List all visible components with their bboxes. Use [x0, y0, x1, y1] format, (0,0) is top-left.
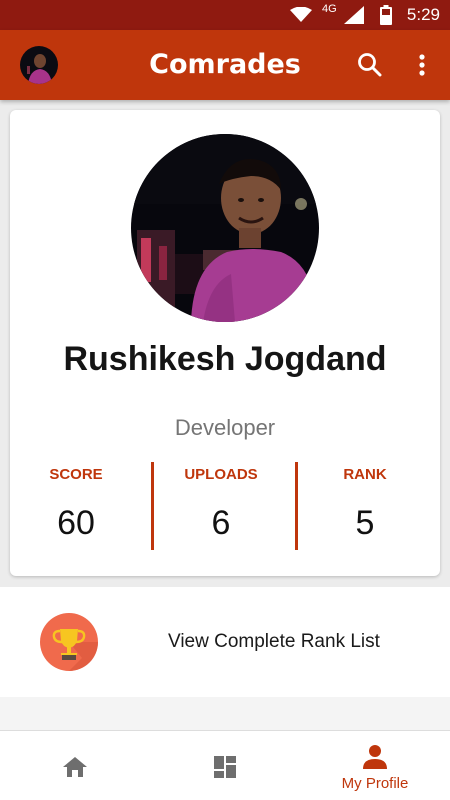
nav-my-profile[interactable]: My Profile	[300, 731, 450, 800]
more-vert-icon	[419, 54, 425, 76]
home-icon	[63, 757, 87, 777]
profile-name: Rushikesh Jogdand	[63, 340, 387, 378]
stat-value: 6	[211, 504, 231, 542]
bottom-navigation: My Profile	[0, 730, 450, 800]
dashboard-icon	[214, 756, 236, 778]
nav-home[interactable]	[0, 731, 150, 800]
stat-value: 60	[57, 504, 95, 542]
battery-icon	[380, 0, 392, 30]
wifi-icon	[290, 0, 312, 30]
stat-value: 5	[355, 504, 375, 542]
trophy-icon	[40, 613, 98, 671]
profile-card: Rushikesh Jogdand Developer SCORE 60 UPL…	[10, 110, 440, 576]
stat-label: UPLOADS	[184, 466, 258, 483]
status-bar: 4G 5:29	[0, 0, 450, 30]
search-button[interactable]	[356, 51, 384, 79]
overflow-menu-button[interactable]	[408, 51, 436, 79]
signal-icon	[344, 0, 364, 30]
nav-dashboard[interactable]	[150, 731, 300, 800]
stat-uploads: UPLOADS 6	[151, 466, 291, 543]
stat-label: SCORE	[49, 466, 103, 483]
person-icon	[363, 745, 387, 769]
view-rank-list-label: View Complete Rank List	[168, 631, 380, 652]
stat-label: RANK	[343, 466, 387, 483]
app-bar: Comrades	[0, 30, 450, 100]
search-icon	[358, 53, 382, 77]
nav-my-profile-label: My Profile	[341, 775, 409, 792]
clock: 5:29	[406, 5, 440, 24]
stat-score: SCORE 60	[6, 466, 146, 543]
next-list-row	[0, 697, 450, 730]
profile-role: Developer	[174, 415, 276, 440]
stat-rank: RANK 5	[295, 466, 435, 543]
network-type: 4G	[322, 3, 337, 15]
profile-photo[interactable]	[131, 134, 319, 322]
view-rank-list-row[interactable]: View Complete Rank List	[0, 587, 450, 697]
